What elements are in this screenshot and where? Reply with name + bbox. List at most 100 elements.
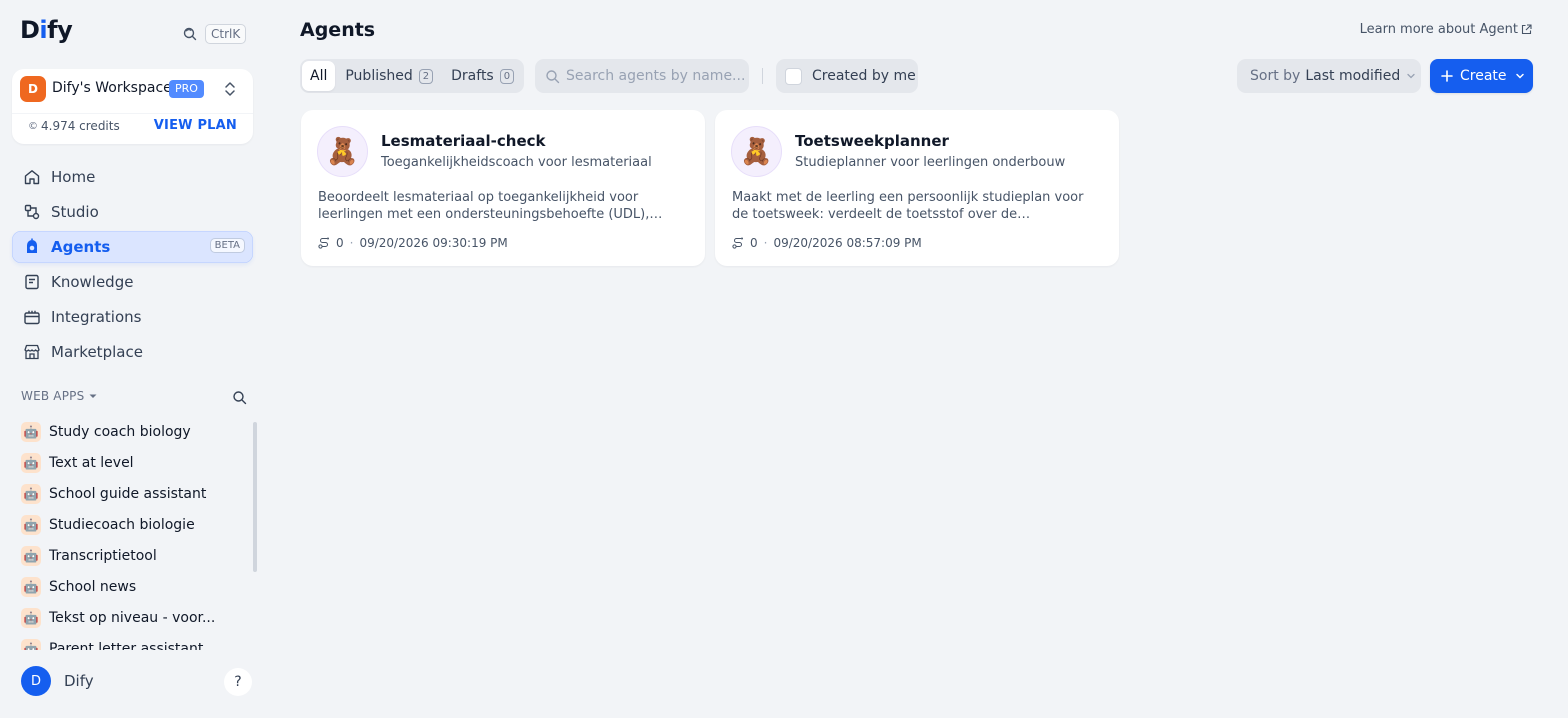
plan-badge: PRO bbox=[169, 80, 204, 98]
robot-icon: 🤖 bbox=[21, 452, 41, 473]
help-button[interactable]: ? bbox=[224, 668, 252, 696]
nav-label-marketplace: Marketplace bbox=[51, 343, 143, 361]
nav-label-agents: Agents bbox=[51, 238, 111, 256]
store-icon bbox=[24, 344, 40, 360]
view-plan-link[interactable]: VIEW PLAN bbox=[154, 118, 237, 133]
count-badge: 0 bbox=[499, 68, 515, 84]
nav-item-agents[interactable]: Agents BETA bbox=[12, 231, 253, 263]
search-input[interactable] bbox=[566, 68, 746, 84]
chevron-down-icon bbox=[1407, 73, 1415, 79]
web-app-item[interactable]: 🤖 Studiecoach biologie bbox=[12, 509, 250, 540]
agent-description: Maakt met de leerling een persoonlijk st… bbox=[732, 190, 1084, 222]
credits-icon: © bbox=[28, 120, 38, 132]
agent-subtitle: Studieplanner voor leerlingen onderbouw bbox=[795, 155, 1066, 170]
web-apps-scrollbar[interactable] bbox=[253, 422, 257, 572]
robot-icon: 🤖 bbox=[21, 514, 41, 535]
agent-description: Beoordeelt lesmateriaal op toegankelijkh… bbox=[318, 190, 650, 222]
search-field[interactable] bbox=[535, 59, 749, 93]
agent-runs: 0 bbox=[336, 236, 344, 250]
user-menu[interactable]: D Dify bbox=[21, 666, 94, 696]
toolbar: All Published 2 Drafts 0 Created by me Sor… bbox=[300, 59, 1533, 93]
workspace-card[interactable]: D Dify's Workspace PRO © 4.974 credits V… bbox=[12, 69, 253, 144]
web-app-item[interactable]: 🤖 Study coach biology bbox=[12, 416, 250, 447]
agent-card[interactable]: 🧸 Lesmateriaal-check Toegankelijkheidsco… bbox=[301, 110, 705, 266]
web-app-label: Study coach biology bbox=[49, 423, 191, 440]
beta-badge: BETA bbox=[209, 238, 245, 253]
tab-published[interactable]: Published 2 bbox=[337, 61, 441, 91]
robot-icon: 🤖 bbox=[21, 638, 41, 650]
agent-date: 09/20/2026 08:57:09 PM bbox=[773, 236, 922, 250]
nav-item-knowledge[interactable]: Knowledge bbox=[12, 266, 253, 298]
main-nav: Home Studio Agents BETA Knowledge Integr… bbox=[12, 161, 253, 371]
create-label: Create bbox=[1460, 68, 1507, 84]
agent-avatar: 🧸 bbox=[731, 126, 782, 177]
agent-title: Toetsweekplanner bbox=[795, 132, 949, 150]
nav-label-studio: Studio bbox=[51, 203, 99, 221]
learn-more-link[interactable]: Learn more about Agent bbox=[1360, 22, 1532, 37]
sort-value: Last modified bbox=[1305, 68, 1401, 84]
created-by-me-checkbox[interactable] bbox=[785, 67, 802, 85]
tab-all[interactable]: All bbox=[302, 61, 336, 91]
web-app-label: Parent letter assistant bbox=[49, 640, 204, 651]
count-badge: 2 bbox=[418, 68, 434, 84]
meta-separator: · bbox=[349, 236, 354, 250]
agent-card[interactable]: 🧸 Toetsweekplanner Studieplanner voor le… bbox=[715, 110, 1119, 266]
chevron-up-down-icon[interactable] bbox=[223, 80, 237, 98]
robot-icon: 🤖 bbox=[21, 576, 41, 597]
workspace-divider bbox=[12, 113, 253, 114]
web-apps-toggle[interactable]: WEB APPS bbox=[21, 389, 98, 403]
user-name: Dify bbox=[64, 672, 94, 690]
tab-label: Published bbox=[345, 68, 413, 84]
book-icon bbox=[25, 274, 39, 290]
avatar: D bbox=[21, 666, 51, 696]
robot-icon: 🤖 bbox=[21, 421, 41, 442]
filter-tabs: All Published 2 Drafts 0 bbox=[300, 59, 525, 93]
web-app-label: Transcriptietool bbox=[49, 547, 157, 564]
runs-icon bbox=[318, 237, 329, 249]
search-icon[interactable] bbox=[232, 390, 247, 405]
agent-title: Lesmateriaal-check bbox=[381, 132, 546, 150]
shortcut-kbd: CtrlK bbox=[205, 24, 247, 44]
created-by-me-filter[interactable]: Created by me bbox=[776, 59, 918, 93]
nav-label-knowledge: Knowledge bbox=[51, 273, 134, 291]
web-app-item[interactable]: 🤖 School guide assistant bbox=[12, 478, 250, 509]
nav-item-studio[interactable]: Studio bbox=[12, 196, 253, 228]
nav-item-marketplace[interactable]: Marketplace bbox=[12, 336, 253, 368]
create-button[interactable]: Create bbox=[1430, 59, 1533, 93]
web-app-item[interactable]: 🤖 Transcriptietool bbox=[12, 540, 250, 571]
agent-meta: 0 · 09/20/2026 09:30:19 PM bbox=[318, 236, 508, 250]
divider bbox=[762, 68, 763, 84]
nav-item-home[interactable]: Home bbox=[12, 161, 253, 193]
caret-down-icon bbox=[89, 394, 97, 398]
sort-dropdown[interactable]: Sort by Last modified bbox=[1237, 59, 1421, 93]
credits-text: 4.974 credits bbox=[41, 119, 120, 133]
nav-item-integrations[interactable]: Integrations bbox=[12, 301, 253, 333]
external-link-icon bbox=[1521, 24, 1532, 35]
briefcase-icon bbox=[24, 310, 40, 325]
robot-icon: 🤖 bbox=[21, 483, 41, 504]
tab-drafts[interactable]: Drafts 0 bbox=[443, 61, 522, 91]
web-app-item[interactable]: 🤖 Text at level bbox=[12, 447, 250, 478]
quick-search-button[interactable]: CtrlK bbox=[182, 24, 247, 44]
studio-icon bbox=[24, 204, 40, 220]
web-app-item[interactable]: 🤖 School news bbox=[12, 571, 250, 602]
web-app-item[interactable]: 🤖 Parent letter assistant bbox=[12, 633, 250, 650]
web-app-label: School news bbox=[49, 578, 137, 595]
web-apps-list[interactable]: 🤖 Study coach biology 🤖 Text at level 🤖 Sch… bbox=[12, 416, 250, 650]
agent-icon bbox=[27, 238, 37, 253]
nav-label-integrations: Integrations bbox=[51, 308, 142, 326]
search-refresh-icon bbox=[183, 27, 197, 41]
learn-more-label: Learn more about Agent bbox=[1359, 22, 1518, 37]
dify-logo[interactable]: Dify bbox=[20, 16, 73, 44]
created-by-me-label: Created by me bbox=[812, 68, 916, 84]
sidebar: Dify CtrlK D Dify's Workspace PRO © 4.97… bbox=[0, 0, 268, 718]
web-app-label: School guide assistant bbox=[49, 485, 207, 502]
agent-date: 09/20/2026 09:30:19 PM bbox=[359, 236, 508, 250]
credits-info: © 4.974 credits bbox=[28, 119, 120, 133]
chevron-down-icon bbox=[1515, 73, 1524, 79]
workspace-avatar: D bbox=[20, 76, 46, 102]
runs-icon bbox=[732, 237, 743, 249]
web-app-item[interactable]: 🤖 Tekst op niveau - voor... bbox=[12, 602, 250, 633]
agent-subtitle: Toegankelijkheidscoach voor lesmateriaal bbox=[381, 155, 652, 170]
agent-meta: 0 · 09/20/2026 08:57:09 PM bbox=[732, 236, 922, 250]
